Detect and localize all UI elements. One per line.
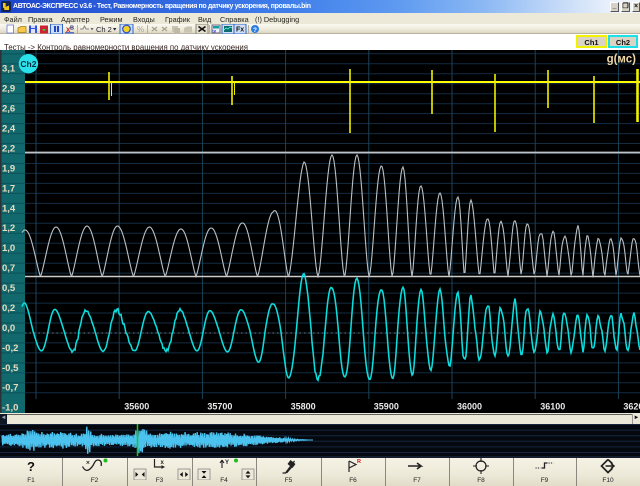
svg-text:R: R [357, 459, 361, 465]
svg-text:2,9: 2,9 [2, 84, 15, 95]
svg-text:-0,7: -0,7 [2, 383, 18, 394]
svg-text:0,7: 0,7 [2, 263, 15, 274]
svg-text:-0,2: -0,2 [2, 343, 18, 354]
svg-text:x: x [161, 460, 165, 466]
svg-text:35600: 35600 [124, 402, 149, 412]
svg-text:1,7: 1,7 [2, 183, 15, 194]
svg-text:2,4: 2,4 [2, 124, 16, 135]
svg-text:36200: 36200 [623, 402, 640, 412]
svg-text:?: ? [253, 27, 257, 34]
svg-text:36100: 36100 [540, 402, 565, 412]
svg-text:0,5: 0,5 [2, 283, 16, 294]
svg-text:×: × [86, 460, 90, 467]
svg-text:2,6: 2,6 [2, 104, 15, 115]
svg-text:%: % [137, 25, 144, 34]
svg-text:35900: 35900 [374, 402, 399, 412]
svg-text:Ch2: Ch2 [20, 59, 36, 69]
svg-text:Y: Y [225, 460, 229, 466]
svg-text:35700: 35700 [207, 402, 232, 412]
svg-text:1,9: 1,9 [2, 163, 15, 174]
svg-text:36000: 36000 [457, 402, 482, 412]
svg-text:?: ? [27, 459, 35, 474]
svg-text:Ch 2: Ch 2 [96, 25, 112, 34]
svg-text:g(мс): g(мс) [607, 54, 637, 66]
svg-text:1,4: 1,4 [2, 203, 16, 214]
svg-text:tи: tи [213, 29, 217, 34]
svg-text:1,0: 1,0 [2, 243, 15, 254]
svg-text:35800: 35800 [291, 402, 316, 412]
svg-text:0,0: 0,0 [2, 323, 15, 334]
svg-text:-0,5: -0,5 [2, 363, 19, 374]
svg-text:-1,0: -1,0 [2, 403, 18, 414]
svg-text:Fx: Fx [236, 27, 244, 34]
svg-text:1,2: 1,2 [2, 223, 15, 234]
svg-text:B: B [70, 26, 74, 32]
svg-text:2,2: 2,2 [2, 144, 15, 155]
svg-text:3,1: 3,1 [2, 64, 16, 75]
svg-text:0,2: 0,2 [2, 303, 15, 314]
